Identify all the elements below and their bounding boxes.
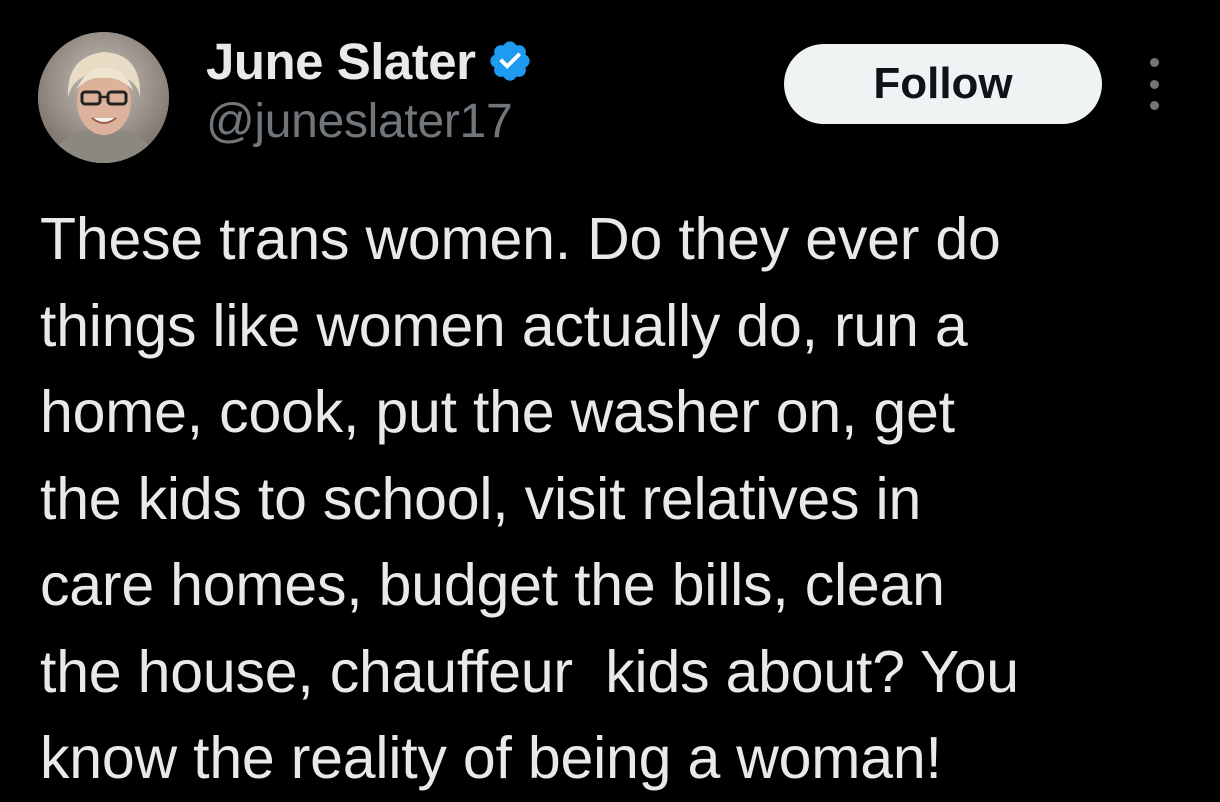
tweet-text-line: the house, chauffeur kids about? You <box>40 638 1019 705</box>
tweet-text-line: know the reality of being a woman! <box>40 725 942 791</box>
follow-button[interactable]: Follow <box>784 44 1102 124</box>
tweet-card: June Slater @juneslater17 Follow These t… <box>0 0 1220 798</box>
avatar-photo <box>38 32 169 163</box>
author-handle[interactable]: @juneslater17 <box>206 94 513 149</box>
tweet-text-line: These trans women. Do they ever do <box>40 206 1001 272</box>
tweet-text-line: care homes, budget the bills, clean <box>40 552 945 618</box>
author-name-row: June Slater <box>206 30 533 92</box>
tweet-text-line: home, cook, put the washer on, get <box>40 379 955 445</box>
more-dot <box>1149 101 1159 110</box>
author-display-name[interactable]: June Slater <box>206 32 476 91</box>
more-options-icon[interactable] <box>1134 58 1174 110</box>
more-dot <box>1149 79 1159 89</box>
tweet-text-line: things like women actually do, run a <box>40 292 968 359</box>
avatar[interactable] <box>38 32 169 163</box>
tweet-text: These trans women. Do they ever do thing… <box>40 196 1200 802</box>
more-dot <box>1149 58 1159 67</box>
tweet-text-line: the kids to school, visit relatives in <box>40 465 922 532</box>
verified-badge-icon[interactable] <box>487 38 533 84</box>
